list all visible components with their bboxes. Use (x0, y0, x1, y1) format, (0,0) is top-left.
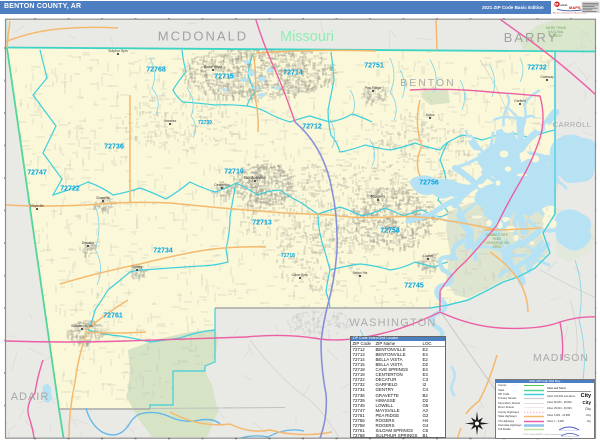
svg-text:Lowell: Lowell (423, 254, 433, 258)
svg-text:MAPS: MAPS (569, 5, 581, 10)
svg-text:72745: 72745 (404, 282, 424, 289)
svg-text:arket: arket (560, 3, 567, 7)
svg-text:Rogers: Rogers (371, 194, 386, 199)
svg-text:Garfield: Garfield (514, 99, 526, 103)
svg-text:WASHINGTON: WASHINGTON (349, 317, 436, 329)
svg-text:Bella Vista: Bella Vista (204, 64, 224, 69)
svg-text:Missouri: Missouri (280, 29, 334, 45)
svg-text:MADISON: MADISON (533, 352, 589, 364)
svg-text:72732: 72732 (527, 64, 547, 71)
svg-text:AREA: AREA (493, 245, 503, 249)
svg-text:72719: 72719 (224, 168, 244, 175)
svg-text:72718: 72718 (281, 253, 295, 259)
svg-text:72758: 72758 (380, 227, 400, 234)
svg-text:72736: 72736 (104, 143, 124, 150)
svg-text:MCDONALD: MCDONALD (158, 29, 248, 44)
svg-text:Bentonville: Bentonville (244, 175, 267, 180)
svg-text:72714: 72714 (283, 69, 303, 76)
svg-text:72712: 72712 (302, 123, 322, 130)
svg-text:Gravette: Gravette (96, 196, 110, 200)
svg-text:Avoca: Avoca (426, 113, 435, 117)
svg-text:72734: 72734 (153, 247, 173, 254)
svg-text:Hiwasse: Hiwasse (164, 119, 177, 123)
svg-text:72739: 72739 (198, 120, 212, 126)
svg-text:72768: 72768 (146, 66, 166, 73)
svg-text:Sulphur Sprs: Sulphur Sprs (108, 49, 128, 53)
svg-text:Maysville: Maysville (30, 204, 44, 208)
svg-text:FOREST: FOREST (550, 34, 563, 38)
svg-text:Bethel Hts: Bethel Hts (353, 271, 368, 275)
svg-text:ADAIR: ADAIR (11, 391, 50, 403)
svg-text:72751: 72751 (364, 62, 384, 69)
svg-text:Decatur: Decatur (82, 241, 95, 245)
svg-text:Gateway: Gateway (540, 75, 554, 79)
svg-text:Cave Sprs: Cave Sprs (292, 273, 308, 277)
svg-text:72747: 72747 (27, 169, 47, 176)
svg-text:72715: 72715 (214, 73, 234, 80)
svg-text:72756: 72756 (419, 179, 439, 186)
svg-text:CARROLL: CARROLL (553, 120, 592, 129)
svg-text:72761: 72761 (103, 312, 123, 319)
svg-text:Pea Ridge: Pea Ridge (365, 86, 382, 90)
svg-text:BENTON: BENTON (400, 77, 456, 89)
svg-text:Centerton: Centerton (214, 183, 230, 187)
svg-text:Siloam Sprs: Siloam Sprs (71, 323, 93, 328)
svg-text:72722: 72722 (60, 185, 80, 192)
svg-text:72713: 72713 (252, 219, 272, 226)
svg-text:Gentry: Gentry (132, 265, 143, 269)
